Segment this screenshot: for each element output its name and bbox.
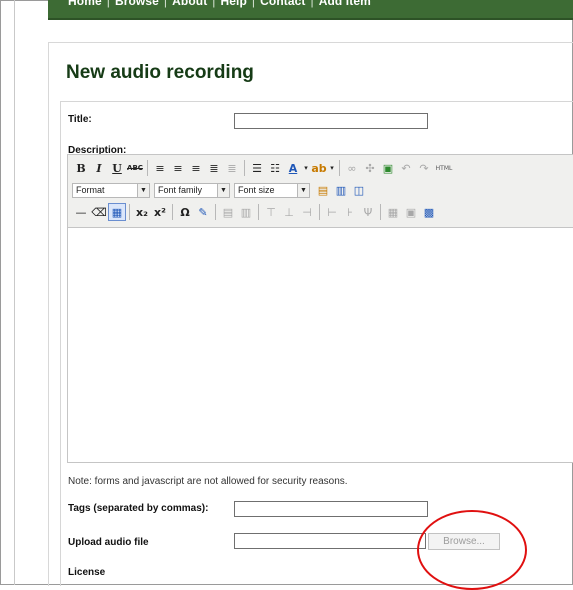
select-all-icon[interactable]: ◫ [350, 181, 368, 199]
split-cells-icon[interactable]: ▦ [384, 203, 402, 221]
tags-input[interactable] [234, 501, 428, 517]
nav-about[interactable]: About [172, 0, 207, 8]
nav-separator: | [106, 0, 110, 8]
tags-label: Tags (separated by commas): [68, 503, 209, 514]
rich-text-editor: B I U ABC ≡ ≡ ≡ ≣ ≣ ☰ ☷ A ▾ ab ▾ ∞ ✣ ▣ ↶… [67, 154, 573, 463]
italic-button[interactable]: I [90, 159, 108, 177]
upload-file-path[interactable] [234, 533, 426, 549]
insert-col-before-icon[interactable]: ⊢ [323, 203, 341, 221]
justify-icon[interactable]: ≣ [205, 159, 223, 177]
nav-separator: | [310, 0, 314, 8]
font-family-select-label: Font family [158, 185, 203, 195]
nav-items: Home | Browse | About | Help | Contact | Add Item [68, 0, 371, 8]
nav-add-item[interactable]: Add Item [319, 0, 371, 8]
chevron-down-icon: ▼ [137, 183, 149, 197]
delete-col-icon[interactable]: Ψ [359, 203, 377, 221]
top-navigation: Home | Browse | About | Help | Contact | Add Item [48, 0, 573, 20]
nav-contact[interactable]: Contact [260, 0, 305, 8]
paste-icon[interactable]: ▤ [314, 181, 332, 199]
text-color-dropdown-icon[interactable]: ▾ [302, 159, 310, 177]
bullet-list-icon[interactable]: ☰ [248, 159, 266, 177]
nav-browse[interactable]: Browse [115, 0, 159, 8]
font-size-select-label: Font size [238, 185, 275, 195]
image-icon[interactable]: ▣ [379, 159, 397, 177]
upload-label: Upload audio file [68, 537, 149, 548]
license-label: License [68, 567, 106, 578]
html-source-button[interactable]: HTML [433, 159, 455, 177]
toolbar-separator [172, 204, 173, 220]
format-select-label: Format [76, 185, 105, 195]
outer-column-border [14, 0, 15, 585]
numbered-list-icon[interactable]: ☷ [266, 159, 284, 177]
nav-separator: | [251, 0, 256, 8]
title-input[interactable] [234, 113, 428, 129]
highlight-dropdown-icon[interactable]: ▾ [328, 159, 336, 177]
bold-button[interactable]: B [72, 159, 90, 177]
chevron-down-icon: ▼ [217, 183, 229, 197]
text-color-icon[interactable]: A [284, 159, 302, 177]
horizontal-rule-icon[interactable]: — [72, 203, 90, 221]
format-select[interactable]: Format ▼ [72, 182, 150, 198]
strikethrough-button[interactable]: ABC [126, 159, 144, 177]
unlink-icon[interactable]: ✣ [361, 159, 379, 177]
toolbar-separator [319, 204, 320, 220]
superscript-icon[interactable]: x² [151, 203, 169, 221]
toolbar-separator [380, 204, 381, 220]
table-cell-props-icon[interactable]: ▥ [237, 203, 255, 221]
link-icon[interactable]: ∞ [343, 159, 361, 177]
insert-row-before-icon[interactable]: ⊤ [262, 203, 280, 221]
table-row-props-icon[interactable]: ▤ [219, 203, 237, 221]
nav-help[interactable]: Help [221, 0, 247, 8]
editor-toolbar: B I U ABC ≡ ≡ ≡ ≣ ≣ ☰ ☷ A ▾ ab ▾ ∞ ✣ ▣ ↶… [68, 155, 573, 228]
align-left-icon[interactable]: ≡ [151, 159, 169, 177]
highlight-circle [417, 510, 527, 590]
insert-row-after-icon[interactable]: ⊥ [280, 203, 298, 221]
editor-content-area[interactable] [68, 228, 573, 462]
delete-row-icon[interactable]: ⊣ [298, 203, 316, 221]
justify-disabled-icon[interactable]: ≣ [223, 159, 241, 177]
merge-cells-icon[interactable]: ▣ [402, 203, 420, 221]
toolbar-separator [129, 204, 130, 220]
subscript-icon[interactable]: x₂ [133, 203, 151, 221]
underline-button[interactable]: U [108, 159, 126, 177]
font-size-select[interactable]: Font size ▼ [234, 182, 310, 198]
paste-word-icon[interactable]: ▥ [332, 181, 350, 199]
toolbar-row-2: Format ▼ Font family ▼ Font size ▼ ▤ ▥ ◫ [72, 180, 368, 200]
nav-home[interactable]: Home [68, 0, 102, 8]
redo-icon[interactable]: ↷ [415, 159, 433, 177]
undo-icon[interactable]: ↶ [397, 159, 415, 177]
toolbar-row-3: — ⌫ ▦ x₂ x² Ω ✎ ▤ ▥ ⊤ ⊥ ⊣ ⊢ ⊦ Ψ ▦ ▣ ▩ [72, 202, 438, 222]
nav-separator: | [212, 0, 216, 8]
edit-icon[interactable]: ✎ [194, 203, 212, 221]
security-note: Note: forms and javascript are not allow… [68, 476, 348, 487]
highlight-color-icon[interactable]: ab [310, 159, 328, 177]
page-title: New audio recording [66, 62, 254, 83]
insert-col-after-icon[interactable]: ⊦ [341, 203, 359, 221]
title-label: Title: [68, 114, 92, 125]
toolbar-separator [258, 204, 259, 220]
font-family-select[interactable]: Font family ▼ [154, 182, 230, 198]
align-center-icon[interactable]: ≡ [169, 159, 187, 177]
toolbar-separator [339, 160, 340, 176]
toolbar-separator [147, 160, 148, 176]
toolbar-separator [215, 204, 216, 220]
align-right-icon[interactable]: ≡ [187, 159, 205, 177]
table-icon[interactable]: ▦ [108, 203, 126, 221]
special-char-icon[interactable]: Ω [176, 203, 194, 221]
chevron-down-icon: ▼ [297, 183, 309, 197]
visual-aid-icon[interactable]: ▩ [420, 203, 438, 221]
toolbar-separator [244, 160, 245, 176]
nav-separator: | [163, 0, 168, 8]
toolbar-row-1: B I U ABC ≡ ≡ ≡ ≣ ≣ ☰ ☷ A ▾ ab ▾ ∞ ✣ ▣ ↶… [72, 158, 455, 178]
eraser-icon[interactable]: ⌫ [90, 203, 108, 221]
